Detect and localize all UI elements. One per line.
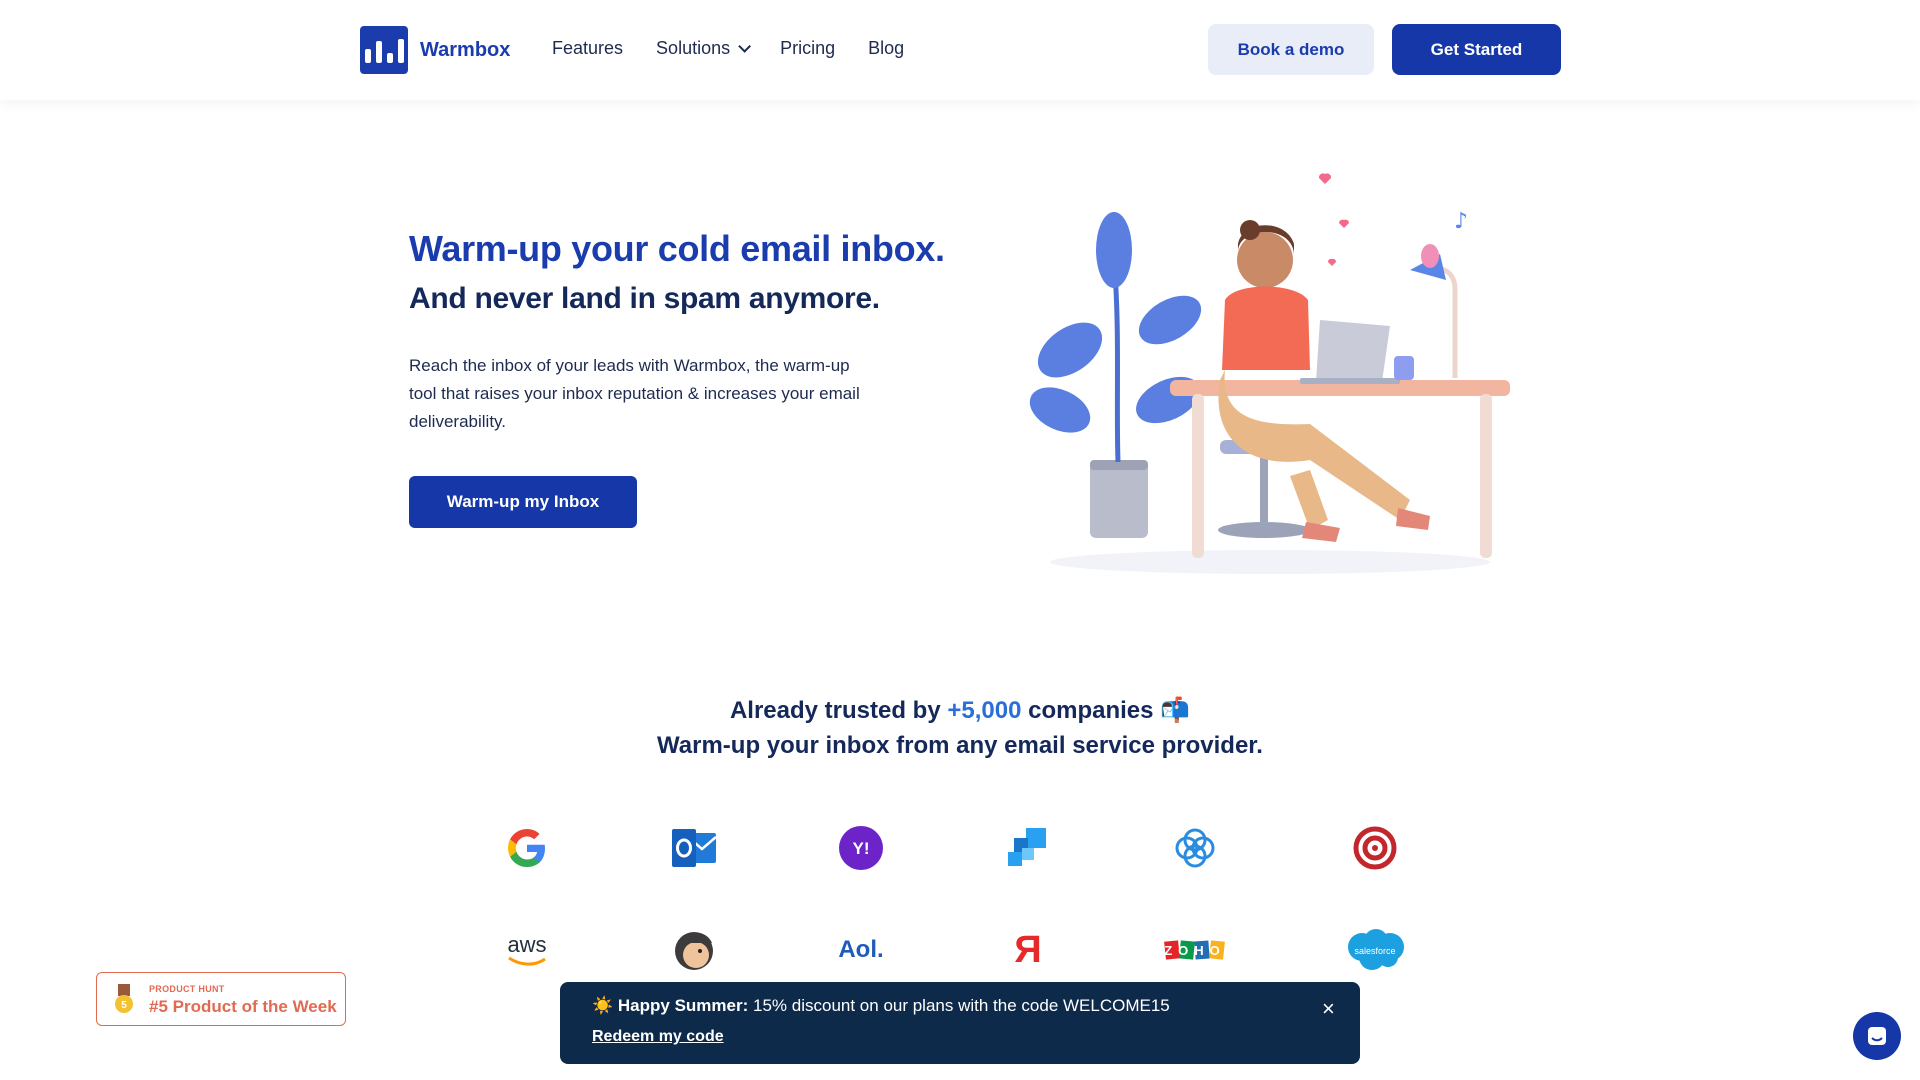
aol-icon: Aol. <box>821 920 901 980</box>
sendinblue-icon <box>988 818 1068 878</box>
hero-description: Reach the inbox of your leads with Warmb… <box>409 356 860 431</box>
hero-subtitle: And never land in spam anymore. <box>409 282 880 315</box>
warmbox-logo-icon <box>360 26 408 74</box>
nav-solutions-label: Solutions <box>656 38 731 58</box>
svg-text:♪: ♪ <box>1454 209 1468 234</box>
yandex-text: Я <box>1014 928 1042 971</box>
promo-text: ☀️ Happy Summer: 15% discount on our pla… <box>592 996 1170 1016</box>
promo-message: 15% discount on our plans with the code … <box>753 996 1170 1015</box>
trusted-suffix: companies 📬 <box>1028 697 1191 724</box>
logo-text: Warmbox <box>420 38 511 61</box>
chat-icon <box>1868 1027 1886 1045</box>
google-icon <box>487 818 567 878</box>
svg-text:aws: aws <box>507 932 546 957</box>
hero-illustration: ♪ <box>1029 172 1510 574</box>
mailchimp-icon <box>654 920 734 980</box>
trusted-count: +5,000 <box>947 697 1022 724</box>
product-hunt-label: PRODUCT HUNT <box>149 984 225 994</box>
svg-text:5: 5 <box>121 1000 127 1011</box>
svg-text:salesforce: salesforce <box>1354 946 1395 956</box>
nav-blog[interactable]: Blog <box>868 38 904 59</box>
yandex-icon: Я <box>988 920 1068 980</box>
close-icon[interactable]: × <box>1322 996 1335 1022</box>
sun-icon: ☀️ <box>592 996 614 1015</box>
logo[interactable]: Warmbox <box>360 26 510 74</box>
nav-pricing-label: Pricing <box>780 38 836 58</box>
promo-title: Happy Summer: <box>617 996 749 1015</box>
trusted-prefix: Already trusted by <box>729 697 941 724</box>
top-navbar: Warmbox Features Solutions Pricing Blog … <box>0 0 1920 100</box>
yahoo-icon: Y! <box>821 818 901 878</box>
salesforce-icon: salesforce <box>1335 920 1415 980</box>
medal-icon: 5 <box>115 984 133 1013</box>
target-icon <box>1335 818 1415 878</box>
aol-text: Aol. <box>838 936 884 963</box>
nav-solutions[interactable]: Solutions <box>656 38 752 59</box>
sendgrid-icon <box>1155 818 1235 878</box>
product-hunt-rank: #5 Product of the Week <box>149 997 337 1016</box>
chevron-down-icon <box>738 40 752 53</box>
nav-blog-label: Blog <box>868 38 905 58</box>
main-nav: Features Solutions Pricing Blog <box>552 38 904 59</box>
chat-widget-button[interactable] <box>1853 1012 1901 1060</box>
svg-text:Y!: Y! <box>853 839 870 858</box>
nav-features[interactable]: Features <box>552 38 623 59</box>
svg-text:ZOHO: ZOHO <box>1164 943 1226 958</box>
trusted-heading: Already trusted by +5,000 companies 📬 <box>0 696 1920 725</box>
nav-pricing[interactable]: Pricing <box>780 38 835 59</box>
hero-title: Warm-up your cold email inbox. <box>409 228 945 269</box>
warm-up-inbox-button[interactable]: Warm-up my Inbox <box>409 476 637 528</box>
nav-features-label: Features <box>552 38 624 58</box>
redeem-code-link[interactable]: Redeem my code <box>592 1028 724 1046</box>
outlook-icon <box>654 818 734 878</box>
trusted-subheading: Warm-up your inbox from any email servic… <box>657 732 1263 759</box>
book-demo-button[interactable]: Book a demo <box>1208 24 1374 75</box>
zoho-icon: ZOHO <box>1155 920 1235 980</box>
product-hunt-badge[interactable]: 5 PRODUCT HUNT #5 Product of the Week <box>96 972 346 1026</box>
get-started-button[interactable]: Get Started <box>1392 24 1561 75</box>
aws-icon: aws <box>487 920 567 980</box>
promo-banner: ☀️ Happy Summer: 15% discount on our pla… <box>560 982 1360 1064</box>
